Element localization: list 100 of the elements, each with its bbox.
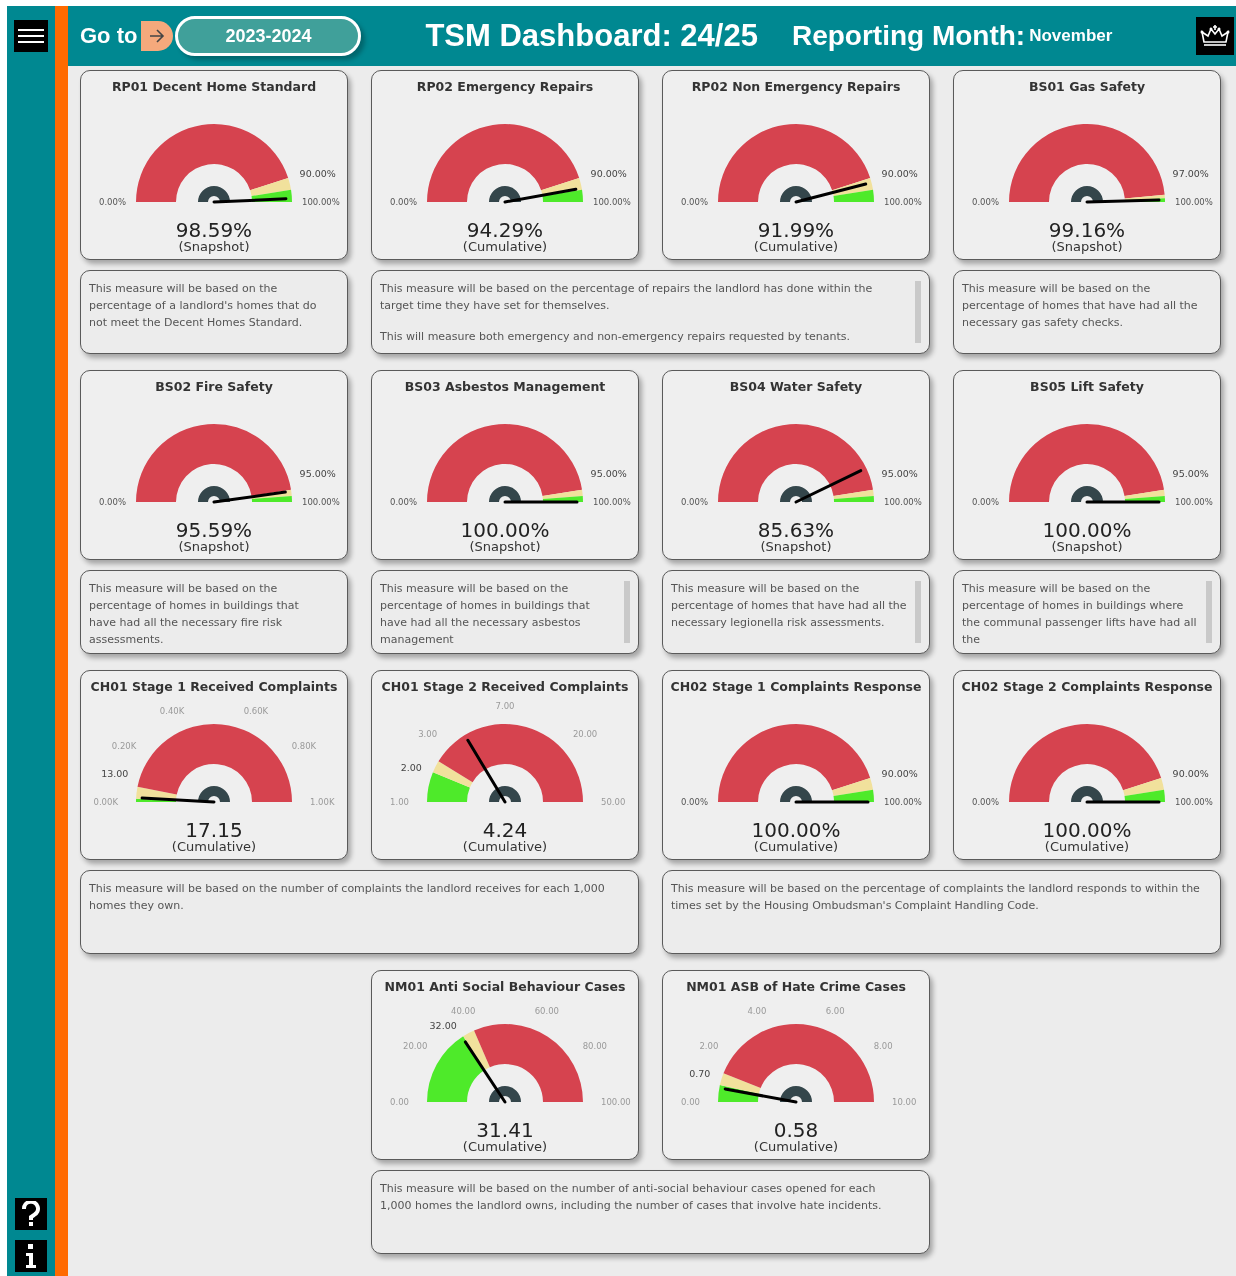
gauge-label: 40.00 [451, 1005, 476, 1016]
gauge-label: 97.00% [1172, 168, 1209, 180]
gauge-label: 0.00% [390, 497, 417, 507]
gauge-label: 100.00% [1175, 797, 1213, 807]
gauge-title: BS01 Gas Safety [1028, 79, 1146, 94]
gauge-label: 100.00% [884, 797, 922, 807]
gauge-value: 0.58 [773, 1120, 819, 1140]
gauge-label: 90.00% [590, 168, 627, 180]
gauge-value: 94.29% [466, 220, 544, 240]
help-button[interactable] [15, 1198, 47, 1230]
gauge-title: BS04 Water Safety [729, 379, 863, 394]
gauge-hub [489, 786, 521, 802]
gauge-basis: (Cumulative) [462, 1140, 548, 1155]
gauge-label: 20.00 [403, 1040, 428, 1051]
gauge-value: 99.16% [1048, 220, 1126, 240]
gauge-needle [463, 1040, 507, 1104]
gauge-label: 0.00% [681, 497, 708, 507]
gauge-label: 0.00% [972, 797, 999, 807]
gauge-title: CH02 Stage 2 Complaints Response [961, 679, 1213, 694]
gauge-hub [1071, 486, 1103, 502]
gauge-label: 100.00% [302, 497, 340, 507]
year-button[interactable]: 2023-2024 [175, 16, 362, 56]
gauge-value: 4.24 [482, 820, 528, 840]
description-text: This measure will be based on the number of anti-social behaviour cases opened for each 1,000 homes the landlord owns, including the number of cases that involve hate incidents. [380, 1181, 883, 1214]
gauge-basis: (Cumulative) [171, 840, 257, 855]
menu-icon [18, 28, 44, 44]
gauge-hub [1071, 786, 1103, 802]
menu-button[interactable] [14, 20, 48, 52]
gauge-label: 100.00% [593, 197, 631, 207]
gauge-hub [1071, 186, 1103, 202]
gauge-basis: (Snapshot) [178, 240, 250, 255]
scrollbar-thumb[interactable] [915, 581, 921, 643]
gauge-basis: (Snapshot) [1051, 540, 1123, 555]
gauge-hub [780, 1086, 812, 1102]
gauge-hub [198, 186, 230, 202]
gauge-label: 32.00 [429, 1020, 457, 1031]
gauge-basis: (Cumulative) [462, 240, 548, 255]
gauge-label: 60.00 [534, 1005, 559, 1016]
description-text: This measure will be based on the percentage of homes that have had all the necessary legionella risk assessments. [671, 581, 908, 631]
gauge-label: 7.00 [495, 702, 515, 711]
description-text: This measure will be based on the percentage of homes in buildings that have had all the necessary fire risk assessments. [89, 581, 300, 648]
gauge-label: 100.00% [302, 197, 340, 207]
gauge-label: 100.00% [884, 497, 922, 507]
gauge-label: 0.80K [291, 740, 317, 751]
gauge-basis: (Snapshot) [760, 540, 832, 555]
gauge-title: CH01 Stage 1 Received Complaints [90, 679, 338, 694]
gauge-label: 0.40K [159, 705, 185, 716]
gauge-value: 91.99% [757, 220, 835, 240]
gauge-title: NM01 Anti Social Behaviour Cases [384, 979, 626, 994]
gauge-label: 0.20K [111, 740, 137, 751]
gauge-title: RP02 Non Emergency Repairs [691, 79, 901, 94]
gauge-needle [466, 738, 507, 804]
gauge-label: 100.00% [593, 497, 631, 507]
gauge-label: 20.00 [572, 729, 598, 740]
gauge-basis: (Cumulative) [1044, 840, 1130, 855]
gauge-label: 6.00 [825, 1005, 845, 1016]
crown-icon [1196, 17, 1234, 55]
gauge-label: 100.00% [1175, 497, 1213, 507]
gauge-title: BS05 Lift Safety [1030, 379, 1144, 394]
gauge-label: 90.00% [1172, 768, 1209, 780]
gauge-label: 0.00 [390, 1097, 409, 1107]
description-text: This measure will be based on the percentage of homes in buildings where the communal passenger lifts have had all the [962, 581, 1198, 648]
gauge-title: RP02 Emergency Repairs [416, 79, 594, 94]
scrollbar-thumb[interactable] [915, 281, 921, 343]
gauge-label: 0.60K [243, 705, 269, 716]
gauge-basis: (Snapshot) [469, 540, 541, 555]
gauge-label: 95.00% [590, 468, 627, 480]
gauge-hub [198, 486, 230, 502]
gauge-label: 100.00% [884, 197, 922, 207]
gauge-value: 100.00% [1042, 520, 1132, 540]
description-text: This measure will be based on the number of complaints the landlord receives for each 1,000 homes they own. [89, 881, 606, 914]
gauge-label: 100.00 [601, 1097, 631, 1107]
gauge-label: 50.00 [601, 797, 626, 807]
gauge-hub [489, 1086, 521, 1102]
gauge-title: NM01 ASB of Hate Crime Cases [686, 979, 906, 994]
gauge-label: 0.00K [93, 797, 118, 807]
description-text: This measure will be based on the percentage of homes in buildings that have had all the necessary asbestos management [380, 581, 591, 648]
scrollbar-thumb[interactable] [624, 581, 630, 643]
gauge-label: 0.70 [689, 1068, 711, 1080]
gauge-basis: (Cumulative) [753, 840, 839, 855]
gauge-label: 100.00% [1175, 197, 1213, 207]
gauge-basis: (Snapshot) [178, 540, 250, 555]
month-value: November [1029, 26, 1113, 46]
gauge-label: 13.00 [101, 768, 129, 780]
gauge-value: 100.00% [1042, 820, 1132, 840]
gauge-value: 98.59% [175, 220, 253, 240]
gauge-label: 95.00% [881, 468, 918, 480]
info-button[interactable] [15, 1240, 47, 1272]
gauge-basis: (Cumulative) [462, 840, 548, 855]
description-text: This measure will be based on the percentage of repairs the landlord has done within the target time they have set for themselves. [380, 281, 874, 314]
gauge-label: 0.00 [681, 1097, 700, 1107]
description-text: This will measure both emergency and non-emergency repairs requested by tenants. [380, 329, 852, 345]
scrollbar-thumb[interactable] [1206, 581, 1212, 643]
description-text: This measure will be based on the percentage of a landlord's homes that do not meet the Decent Homes Standard. [89, 281, 318, 331]
gauge-label: 95.00% [299, 468, 336, 480]
gauge-hub [780, 486, 812, 502]
gauge-label: 2.00 [400, 761, 422, 773]
description-text: This measure will be based on the percentage of complaints the landlord responds to within the times set by the Housing Ombudsman's Complaint Handling Code. [671, 881, 1200, 914]
gauge-basis: (Cumulative) [753, 1140, 839, 1155]
gauge-hub [489, 486, 521, 502]
